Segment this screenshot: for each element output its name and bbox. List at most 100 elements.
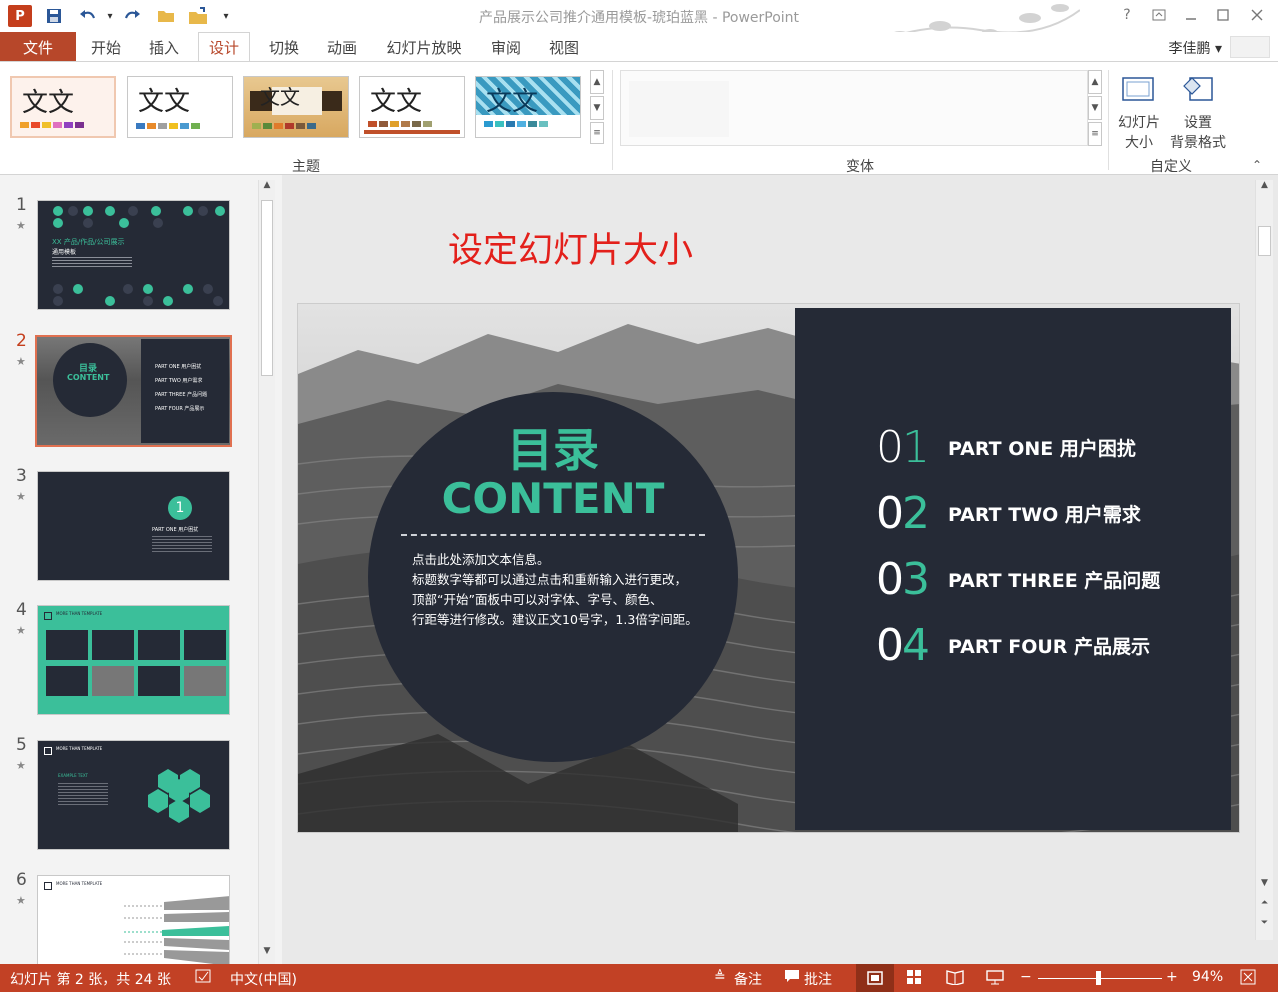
user-account[interactable]: 李佳鹏 ▾ bbox=[1169, 38, 1222, 58]
part-number-digit: 2 bbox=[902, 488, 930, 539]
slide-thumbnail-1[interactable]: XX 产品/作品/公司展示 通用模板 bbox=[37, 200, 230, 310]
language-text[interactable]: 中文(中国) bbox=[230, 969, 297, 989]
avatar[interactable] bbox=[1230, 36, 1270, 58]
zoom-in-icon[interactable]: + bbox=[1166, 969, 1178, 985]
theme-preview-text: 文文 bbox=[486, 87, 539, 117]
themes-more-button[interactable]: ≡ bbox=[590, 122, 604, 144]
thumb-title: XX 产品/作品/公司展示 bbox=[52, 238, 125, 246]
part-item-3[interactable]: PART THREE 产品问题 bbox=[948, 566, 1160, 593]
zoom-out-icon[interactable]: − bbox=[1020, 969, 1032, 985]
part-item-4[interactable]: PART FOUR 产品展示 bbox=[948, 632, 1150, 659]
slide-size-button[interactable]: 幻灯片 大小 bbox=[1114, 72, 1164, 151]
collapse-ribbon-icon[interactable]: ⌃ bbox=[1252, 158, 1262, 172]
previous-slide-icon[interactable]: ⏶ bbox=[1256, 898, 1273, 914]
themes-scroll-up-button[interactable]: ▲ bbox=[590, 70, 604, 94]
part-number-zero: 0 bbox=[876, 620, 904, 671]
close-icon[interactable] bbox=[1244, 5, 1270, 25]
normal-view-icon bbox=[867, 971, 883, 985]
thumb-card bbox=[92, 630, 134, 660]
minimize-icon[interactable] bbox=[1178, 5, 1204, 25]
spell-check-icon[interactable] bbox=[194, 968, 212, 988]
thumb-card bbox=[184, 666, 226, 696]
variants-gallery[interactable] bbox=[620, 70, 1088, 146]
slide-thumbnail-6[interactable]: MORE THAN TEMPLATE bbox=[37, 875, 230, 965]
themes-group-label: 主题 bbox=[292, 159, 320, 175]
scroll-down-arrow-icon[interactable]: ▼ bbox=[1256, 878, 1273, 894]
animation-star-icon: ★ bbox=[16, 759, 26, 772]
slide-number: 5 bbox=[16, 735, 27, 755]
scroll-up-arrow-icon[interactable]: ▲ bbox=[1256, 180, 1273, 196]
slide-thumbnail-2[interactable]: 目录 CONTENT PART ONE 用户困扰 PART TWO 用户需求 P… bbox=[35, 335, 232, 447]
powerpoint-window: P ▾ ▾ 产品展示公司推介通用模板-琥珀蓝黑 - PowerPoint ? 文… bbox=[0, 0, 1278, 992]
scroll-down-arrow-icon[interactable]: ▼ bbox=[259, 946, 275, 962]
scrollbar-thumb[interactable] bbox=[1258, 226, 1271, 256]
thumb-subtitle: 通用模板 bbox=[52, 249, 77, 256]
thumb-text-lines bbox=[52, 257, 132, 267]
thumb-card bbox=[46, 630, 88, 660]
slide-body-text[interactable]: 点击此处添加文本信息。 标题数字等都可以通过点击和重新输入进行更改， 顶部“开始… bbox=[412, 550, 712, 630]
notes-button[interactable]: 备注 bbox=[734, 969, 762, 989]
slide-size-label: 大小 bbox=[1125, 135, 1153, 151]
part-number: 03 bbox=[876, 554, 930, 605]
slide-title-cn[interactable]: 目录 bbox=[368, 414, 738, 480]
scroll-up-arrow-icon[interactable]: ▲ bbox=[259, 180, 275, 196]
notes-icon[interactable]: ≜ bbox=[714, 969, 726, 985]
theme-option-4[interactable]: 文文 bbox=[359, 76, 465, 138]
theme-color-bars bbox=[136, 123, 200, 129]
variants-scroll-down-button[interactable]: ▼ bbox=[1088, 96, 1102, 120]
slide-title-en[interactable]: CONTENT bbox=[368, 474, 738, 523]
slide-thumbnail-3[interactable]: 1 PART ONE 用户困扰 bbox=[37, 471, 230, 581]
thumbnails-scrollbar[interactable]: ▲ ▼ bbox=[258, 180, 275, 964]
current-slide[interactable]: 目录 CONTENT 点击此处添加文本信息。 标题数字等都可以通过点击和重新输入… bbox=[297, 303, 1240, 833]
part-number-zero: 0 bbox=[876, 422, 904, 473]
title-bar: P ▾ ▾ 产品展示公司推介通用模板-琥珀蓝黑 - PowerPoint ? bbox=[0, 0, 1278, 51]
theme-preview-text: 文文 bbox=[260, 85, 300, 109]
part-number-zero: 0 bbox=[876, 554, 904, 605]
next-slide-icon[interactable]: ⏷ bbox=[1256, 918, 1273, 934]
tab-transitions[interactable]: 切换 bbox=[260, 32, 308, 62]
slide-size-icon bbox=[1122, 77, 1154, 101]
comments-button[interactable]: 批注 bbox=[804, 969, 832, 989]
theme-option-1[interactable]: 文文 bbox=[10, 76, 116, 138]
part-number-digit0: 03 bbox=[876, 554, 930, 605]
restore-icon[interactable] bbox=[1210, 5, 1236, 25]
part-item-2[interactable]: PART TWO 用户需求 bbox=[948, 500, 1141, 527]
variants-more-button[interactable]: ≡ bbox=[1088, 122, 1102, 146]
slide-thumbnail-5[interactable]: MORE THAN TEMPLATE EXAMPLE TEXT bbox=[37, 740, 230, 850]
fit-to-window-icon[interactable] bbox=[1240, 969, 1256, 989]
comments-icon[interactable] bbox=[784, 969, 800, 987]
theme-color-bars bbox=[484, 121, 548, 127]
reading-view-icon[interactable] bbox=[946, 969, 964, 989]
tab-animations[interactable]: 动画 bbox=[318, 32, 366, 62]
zoom-slider-thumb[interactable] bbox=[1096, 971, 1102, 985]
format-background-button[interactable]: 设置 背景格式 bbox=[1166, 72, 1230, 151]
help-button[interactable]: ? bbox=[1114, 5, 1140, 25]
tab-file[interactable]: 文件 bbox=[0, 32, 76, 62]
part-number-digit0: 04 bbox=[876, 620, 930, 671]
theme-option-2[interactable]: 文文 bbox=[127, 76, 233, 138]
tab-slideshow[interactable]: 幻灯片放映 bbox=[378, 32, 470, 62]
ribbon-display-icon[interactable] bbox=[1146, 5, 1172, 25]
arrows-diagram-icon bbox=[124, 896, 229, 965]
theme-option-3[interactable]: 文文 bbox=[243, 76, 349, 138]
animation-star-icon: ★ bbox=[16, 894, 26, 907]
slideshow-icon[interactable] bbox=[986, 969, 1004, 989]
themes-scroll-down-button[interactable]: ▼ bbox=[590, 96, 604, 120]
slide-sorter-icon[interactable] bbox=[906, 969, 922, 989]
tab-home[interactable]: 开始 bbox=[82, 32, 130, 62]
zoom-level-text[interactable]: 94% bbox=[1192, 969, 1223, 985]
slide-number: 1 bbox=[16, 195, 27, 215]
normal-view-button[interactable] bbox=[856, 964, 894, 992]
slide-scrollbar[interactable]: ▲ ▼ ⏶ ⏷ bbox=[1255, 180, 1273, 940]
tab-insert[interactable]: 插入 bbox=[140, 32, 188, 62]
scrollbar-thumb[interactable] bbox=[261, 200, 273, 376]
variants-group-label: 变体 bbox=[846, 159, 874, 175]
tab-view[interactable]: 视图 bbox=[540, 32, 588, 62]
tab-design[interactable]: 设计 bbox=[198, 32, 250, 62]
tab-review[interactable]: 审阅 bbox=[482, 32, 530, 62]
part-item-1[interactable]: PART ONE 用户困扰 bbox=[948, 434, 1136, 461]
variants-scroll-up-button[interactable]: ▲ bbox=[1088, 70, 1102, 94]
format-background-icon bbox=[1183, 77, 1213, 101]
theme-option-5[interactable]: 文文 bbox=[475, 76, 581, 138]
slide-thumbnail-4[interactable]: MORE THAN TEMPLATE bbox=[37, 605, 230, 715]
